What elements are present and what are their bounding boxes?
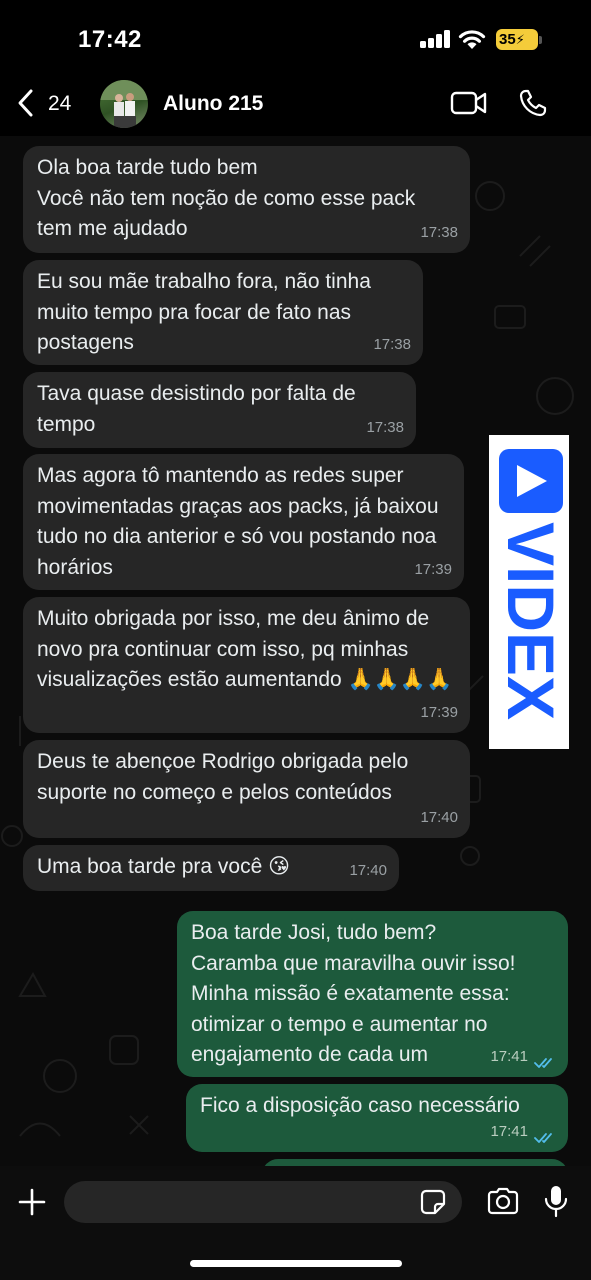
message-text: Uma boa tarde pra você 😘 (37, 855, 291, 878)
message-time: 17:39 (420, 703, 458, 721)
voice-call-icon[interactable] (518, 88, 548, 118)
incoming-message[interactable]: Eu sou mãe trabalho fora, não tinha muit… (23, 260, 423, 365)
incoming-message[interactable]: Mas agora tô mantendo as redes super mov… (23, 454, 464, 590)
camera-icon[interactable] (486, 1186, 520, 1216)
incoming-message[interactable]: Ola boa tarde tudo bem Você não tem noçã… (23, 146, 470, 253)
battery-level: 35 (499, 31, 516, 48)
message-time: 17:40 (349, 861, 387, 879)
outgoing-message-partial[interactable] (262, 1159, 568, 1166)
back-chevron-icon[interactable] (14, 88, 38, 118)
cellular-signal-icon (420, 30, 452, 48)
contact-name[interactable]: Aluno 215 (163, 92, 263, 116)
message-text: Mas agora tô mantendo as redes super mov… (37, 464, 439, 579)
message-time: 17:38 (420, 223, 458, 241)
incoming-message[interactable]: Uma boa tarde pra você 😘 17:40 (23, 845, 399, 891)
sticker-icon[interactable] (420, 1189, 446, 1215)
back-unread-count[interactable]: 24 (48, 92, 71, 116)
message-time: 17:41 (490, 1047, 528, 1065)
message-time: 17:38 (366, 418, 404, 436)
videx-watermark: VIDEX (489, 435, 569, 749)
message-input[interactable] (64, 1181, 462, 1223)
incoming-message[interactable]: Deus te abençoe Rodrigo obrigada pelo su… (23, 740, 470, 838)
message-time: 17:41 (490, 1122, 528, 1140)
status-time: 17:42 (78, 26, 142, 53)
message-time: 17:40 (420, 808, 458, 826)
incoming-message[interactable]: Muito obrigada por isso, me deu ânimo de… (23, 597, 470, 733)
message-composer (0, 1166, 591, 1280)
battery-icon: 35⚡ (496, 29, 538, 50)
message-text: Ola boa tarde tudo bem Você não tem noçã… (37, 156, 416, 240)
message-time: 17:39 (414, 560, 452, 578)
status-bar: 17:42 35⚡ (0, 0, 591, 72)
contact-avatar[interactable] (100, 80, 148, 128)
message-text: Eu sou mãe trabalho fora, não tinha muit… (37, 270, 371, 354)
message-text: Muito obrigada por isso, me deu ânimo de… (37, 607, 453, 691)
read-receipt-icon (534, 1058, 552, 1068)
avatar-photo (100, 80, 148, 128)
home-indicator[interactable] (190, 1260, 402, 1267)
wifi-icon (458, 30, 486, 49)
outgoing-message[interactable]: Boa tarde Josi, tudo bem? Caramba que ma… (177, 911, 568, 1077)
watermark-text: VIDEX (494, 522, 568, 720)
message-text: Tava quase desistindo por falta de tempo (37, 382, 356, 436)
outgoing-message[interactable]: Fico a disposição caso necessário 17:41 (186, 1084, 568, 1152)
microphone-icon[interactable] (543, 1184, 569, 1218)
message-text: Deus te abençoe Rodrigo obrigada pelo su… (37, 750, 409, 804)
battery-tip (539, 36, 542, 44)
message-time: 17:38 (373, 335, 411, 353)
plus-icon[interactable] (18, 1188, 46, 1216)
chat-header: 24 Aluno 215 (0, 72, 591, 136)
incoming-message[interactable]: Tava quase desistindo por falta de tempo… (23, 372, 416, 448)
video-call-icon[interactable] (450, 90, 488, 116)
read-receipt-icon (534, 1133, 552, 1143)
